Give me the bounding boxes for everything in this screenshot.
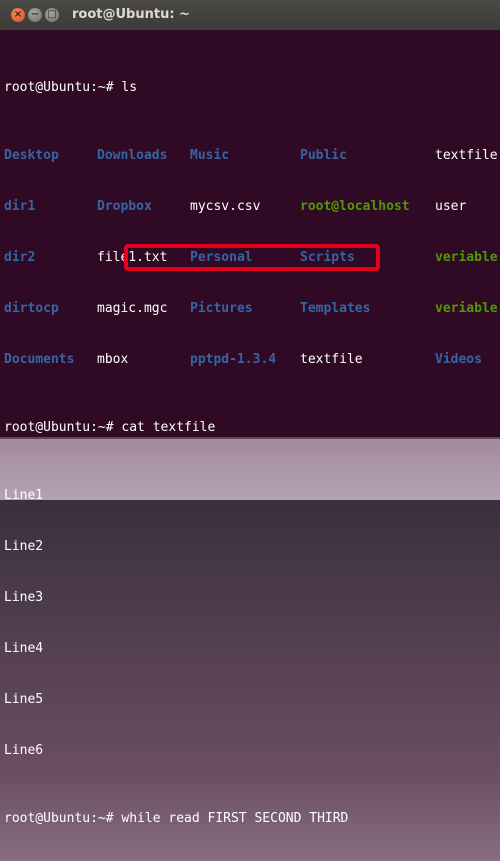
terminal-content[interactable]: root@Ubuntu:~# ls Desktop Downloads Musi…: [4, 45, 500, 861]
ls-row: Desktop Downloads Music Public textfile: [4, 147, 500, 164]
ls-entry: Videos: [435, 352, 482, 367]
ls-entry: magic.mgc: [97, 301, 168, 316]
ls-row: dir1 Dropbox mycsv.csv root@localhost us…: [4, 198, 500, 215]
ls-entry: textfile: [300, 352, 363, 367]
ls-row: dirtocp magic.mgc Pictures Templates ver…: [4, 300, 500, 317]
output-line: Line4: [4, 641, 44, 656]
prompt: root@Ubuntu:~#: [4, 811, 114, 826]
ls-entry: dir1: [4, 199, 36, 214]
prompt-line: root@Ubuntu:~# while read FIRST SECOND T…: [4, 810, 500, 827]
ls-entry: user: [435, 199, 467, 214]
output-line: Line5: [4, 692, 44, 707]
ls-entry: textfile: [435, 148, 498, 163]
output-line: Line1: [4, 488, 44, 503]
ls-entry: Documents: [4, 352, 75, 367]
ls-entry: root@localhost: [300, 199, 410, 214]
prompt: root@Ubuntu:~#: [4, 80, 114, 95]
minimize-icon[interactable]: −: [28, 8, 42, 22]
ls-entry: Desktop: [4, 148, 59, 163]
ls-entry: pptpd-1.3.4: [190, 352, 277, 367]
output-line: Line2: [4, 539, 44, 554]
close-icon[interactable]: ×: [11, 8, 25, 22]
maximize-icon[interactable]: □: [45, 8, 59, 22]
command-text: cat textfile: [113, 420, 216, 435]
ls-entry: Music: [190, 148, 230, 163]
prompt-line: root@Ubuntu:~# cat textfile: [4, 419, 500, 436]
ls-entry: Downloads: [97, 148, 168, 163]
command-text: while read FIRST SECOND THIRD: [113, 811, 349, 826]
ls-entry: Public: [300, 148, 347, 163]
output-line: Line3: [4, 590, 44, 605]
ls-row: Documents mbox pptpd-1.3.4 textfile Vide…: [4, 351, 500, 368]
ls-entry: Dropbox: [97, 199, 152, 214]
prompt: root@Ubuntu:~#: [4, 420, 114, 435]
ls-entry: mbox: [97, 352, 129, 367]
ls-entry: veriable: [435, 301, 498, 316]
highlight-box: [124, 244, 380, 271]
ls-entry: Pictures: [190, 301, 253, 316]
window-title: root@Ubuntu: ~: [72, 7, 190, 22]
command-text: ls: [113, 80, 138, 95]
title-bar[interactable]: × − □ root@Ubuntu: ~: [0, 0, 500, 30]
ls-entry: veriable: [435, 250, 498, 265]
output-line: Line6: [4, 743, 44, 758]
ls-entry: dir2: [4, 250, 36, 265]
terminal-window: × − □ root@Ubuntu: ~ root@Ubuntu:~# ls D…: [0, 0, 500, 826]
ls-entry: dirtocp: [4, 301, 59, 316]
window-bottom-edge: [0, 437, 500, 439]
prompt-line: root@Ubuntu:~# ls: [4, 79, 500, 96]
ls-entry: Templates: [300, 301, 371, 316]
ls-entry: mycsv.csv: [190, 199, 261, 214]
